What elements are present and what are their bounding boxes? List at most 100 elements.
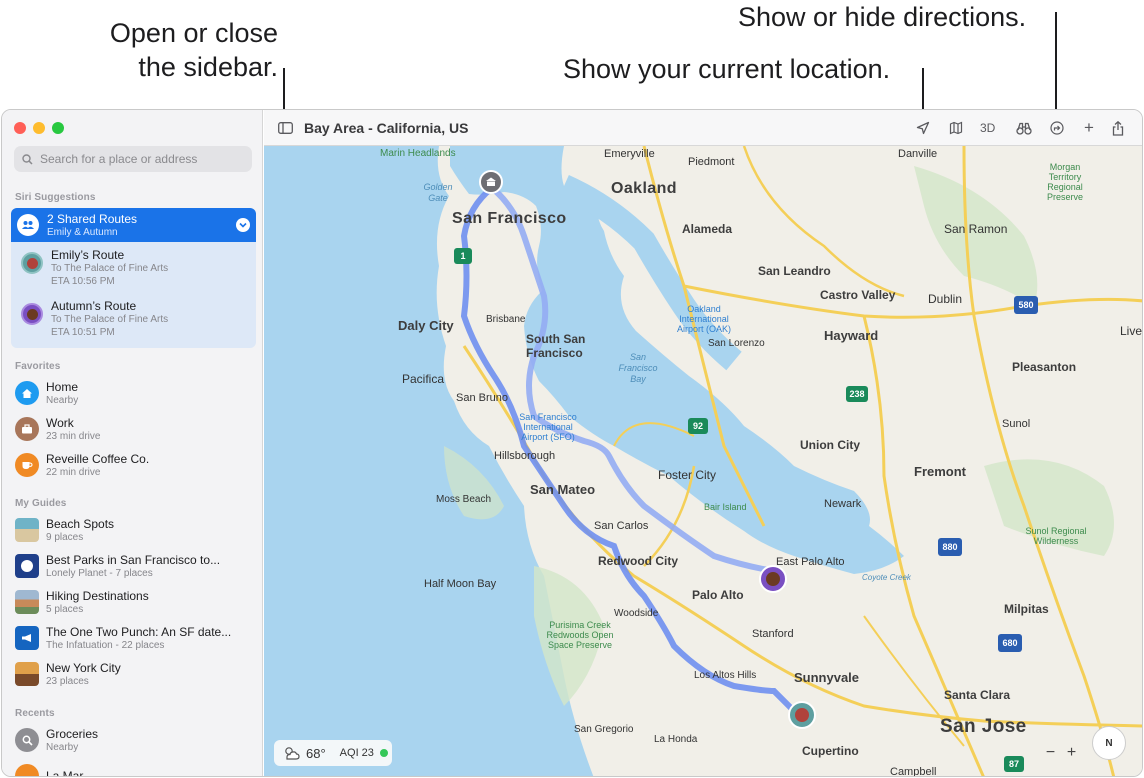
map-label-south-san-francisco[interactable]: South San Francisco xyxy=(526,332,596,360)
binoculars-icon[interactable] xyxy=(1016,118,1032,138)
shared-routes-group[interactable]: 2 Shared Routes Emily & Autumn Emily’s R… xyxy=(11,208,256,348)
palace-of-fine-arts-pin-icon[interactable] xyxy=(479,170,503,194)
map-label-daly-city[interactable]: Daly City xyxy=(398,318,454,333)
map-label-half-moon-bay[interactable]: Half Moon Bay xyxy=(424,578,496,590)
map-label-east-palo-alto[interactable]: East Palo Alto xyxy=(776,556,845,568)
guide-title: The One Two Punch: An SF date... xyxy=(46,624,232,639)
map-label-sunol[interactable]: Sunol xyxy=(1002,418,1030,430)
map-label-redwood-city[interactable]: Redwood City xyxy=(598,554,678,568)
map-label-marin-headlands[interactable]: Marin Headlands xyxy=(380,148,456,159)
sidebar-icon[interactable] xyxy=(278,118,293,138)
map-label-bair-island[interactable]: Bair Island xyxy=(704,502,747,512)
map-icon[interactable] xyxy=(949,118,963,138)
recent-groceries[interactable]: Groceries Nearby xyxy=(10,722,256,758)
map-canvas[interactable]: Oakland San Francisco San Jose Daly City… xyxy=(264,146,1142,776)
map-label-brisbane[interactable]: Brisbane xyxy=(486,314,525,325)
map-label-hayward[interactable]: Hayward xyxy=(824,328,878,343)
map-label-sfo-airport[interactable]: San Francisco International Airport (SFO… xyxy=(510,412,586,442)
map-label-moss-beach[interactable]: Moss Beach xyxy=(436,494,491,505)
map-label-emeryville[interactable]: Emeryville xyxy=(604,148,655,160)
map-label-san-bruno[interactable]: San Bruno xyxy=(456,392,508,404)
map-label-sunol-wilderness[interactable]: Sunol Regional Wilderness xyxy=(1016,526,1096,546)
favorite-work[interactable]: Work 23 min drive xyxy=(10,411,256,447)
map-label-fremont[interactable]: Fremont xyxy=(914,464,966,479)
map-label-san-mateo[interactable]: San Mateo xyxy=(530,482,595,497)
emily-location-pin[interactable] xyxy=(788,701,816,729)
callout-sidebar: Open or close the sidebar. xyxy=(96,16,278,84)
highway-shield-87: 87 xyxy=(1004,756,1024,772)
map-label-san-jose[interactable]: San Jose xyxy=(940,716,1027,738)
route-item-autumn[interactable]: Autumn’s Route To The Palace of Fine Art… xyxy=(21,299,251,345)
map-label-cupertino[interactable]: Cupertino xyxy=(802,744,859,758)
map-label-purisima-creek[interactable]: Purisima Creek Redwoods Open Space Prese… xyxy=(536,620,624,650)
guide-one-two-punch[interactable]: The One Two Punch: An SF date... The Infa… xyxy=(10,620,256,656)
favorite-home[interactable]: Home Nearby xyxy=(10,375,256,411)
plus-icon[interactable]: + xyxy=(1084,118,1094,138)
location-arrow-icon[interactable] xyxy=(916,118,930,138)
directions-icon[interactable] xyxy=(1050,118,1064,138)
map-label-piedmont[interactable]: Piedmont xyxy=(688,156,734,168)
map-label-san-lorenzo[interactable]: San Lorenzo xyxy=(708,338,765,349)
zoom-window-button[interactable] xyxy=(52,122,64,134)
guide-thumbnail xyxy=(15,662,39,686)
my-guides-header: My Guides xyxy=(15,498,67,509)
map-label-san-leandro[interactable]: San Leandro xyxy=(758,264,831,278)
weather-widget[interactable]: 68° AQI 23 xyxy=(274,740,392,766)
map-label-sunnyvale[interactable]: Sunnyvale xyxy=(794,670,859,685)
route-item-emily[interactable]: Emily’s Route To The Palace of Fine Arts… xyxy=(21,248,251,294)
map-label-alameda[interactable]: Alameda xyxy=(682,222,732,236)
map-label-newark[interactable]: Newark xyxy=(824,498,861,510)
three-d-button[interactable]: 3D xyxy=(980,118,995,138)
callout-location: Show your current location. xyxy=(563,54,891,84)
map-label-san-ramon[interactable]: San Ramon xyxy=(944,222,1007,236)
map-label-stanford[interactable]: Stanford xyxy=(752,628,794,640)
autumn-location-pin[interactable] xyxy=(759,565,787,593)
recent-title: Groceries xyxy=(46,726,99,741)
map-label-san-gregorio[interactable]: San Gregorio xyxy=(574,724,633,735)
map-label-san-francisco[interactable]: San Francisco xyxy=(452,210,567,228)
sidebar: Search for a place or address Siri Sugge… xyxy=(2,110,263,776)
close-window-button[interactable] xyxy=(14,122,26,134)
compass-icon[interactable]: N xyxy=(1092,726,1126,760)
map-label-la-honda[interactable]: La Honda xyxy=(654,734,697,745)
guide-best-parks[interactable]: Best Parks in San Francisco to... Lonely … xyxy=(10,548,256,584)
cup-icon xyxy=(15,453,39,477)
zoom-controls: − + xyxy=(1040,742,1082,764)
guide-beach-spots[interactable]: Beach Spots 9 places xyxy=(10,512,256,548)
map-label-oakland[interactable]: Oakland xyxy=(611,180,677,198)
map-label-pacifica[interactable]: Pacifica xyxy=(402,372,444,386)
map-label-santa-clara[interactable]: Santa Clara xyxy=(944,688,1010,702)
map-label-dublin[interactable]: Dublin xyxy=(928,292,962,306)
guide-hiking-destinations[interactable]: Hiking Destinations 5 places xyxy=(10,584,256,620)
map-label-milpitas[interactable]: Milpitas xyxy=(1004,602,1049,616)
map-label-oak-airport[interactable]: Oakland International Airport (OAK) xyxy=(666,304,742,334)
zoom-out-button[interactable]: − xyxy=(1046,744,1055,762)
briefcase-icon xyxy=(15,417,39,441)
map-label-campbell[interactable]: Campbell xyxy=(890,766,936,776)
zoom-in-button[interactable]: + xyxy=(1067,744,1076,762)
map-label-pleasanton[interactable]: Pleasanton xyxy=(1012,360,1076,374)
house-icon xyxy=(15,381,39,405)
map-label-woodside[interactable]: Woodside xyxy=(614,608,658,619)
map-label-livermore[interactable]: Livermore xyxy=(1120,324,1142,338)
map-label-castro-valley[interactable]: Castro Valley xyxy=(820,288,895,302)
guide-subtitle: 23 places xyxy=(46,675,89,687)
map-label-foster-city[interactable]: Foster City xyxy=(658,468,716,482)
map-label-los-altos-hills[interactable]: Los Altos Hills xyxy=(694,670,756,681)
chevron-down-icon[interactable] xyxy=(236,218,250,232)
recent-la-mar[interactable]: La Mar xyxy=(10,758,256,776)
map-label-hillsborough[interactable]: Hillsborough xyxy=(494,450,555,462)
minimize-window-button[interactable] xyxy=(33,122,45,134)
search-field[interactable]: Search for a place or address xyxy=(14,146,252,172)
map-label-san-carlos[interactable]: San Carlos xyxy=(594,520,648,532)
guide-new-york-city[interactable]: New York City 23 places xyxy=(10,656,256,692)
map-label-danville[interactable]: Danville xyxy=(898,148,937,160)
share-icon[interactable] xyxy=(1112,118,1124,138)
shared-routes-header[interactable]: 2 Shared Routes Emily & Autumn xyxy=(11,208,256,242)
map-label-union-city[interactable]: Union City xyxy=(800,438,860,452)
lonely-planet-logo-icon xyxy=(15,554,39,578)
map-label-palo-alto[interactable]: Palo Alto xyxy=(692,588,744,602)
route-eta: ETA 10:51 PM xyxy=(51,327,115,338)
map-label-morgan-territory[interactable]: Morgan Territory Regional Preserve xyxy=(1034,162,1096,202)
favorite-reveille-coffee[interactable]: Reveille Coffee Co. 22 min drive xyxy=(10,447,256,483)
